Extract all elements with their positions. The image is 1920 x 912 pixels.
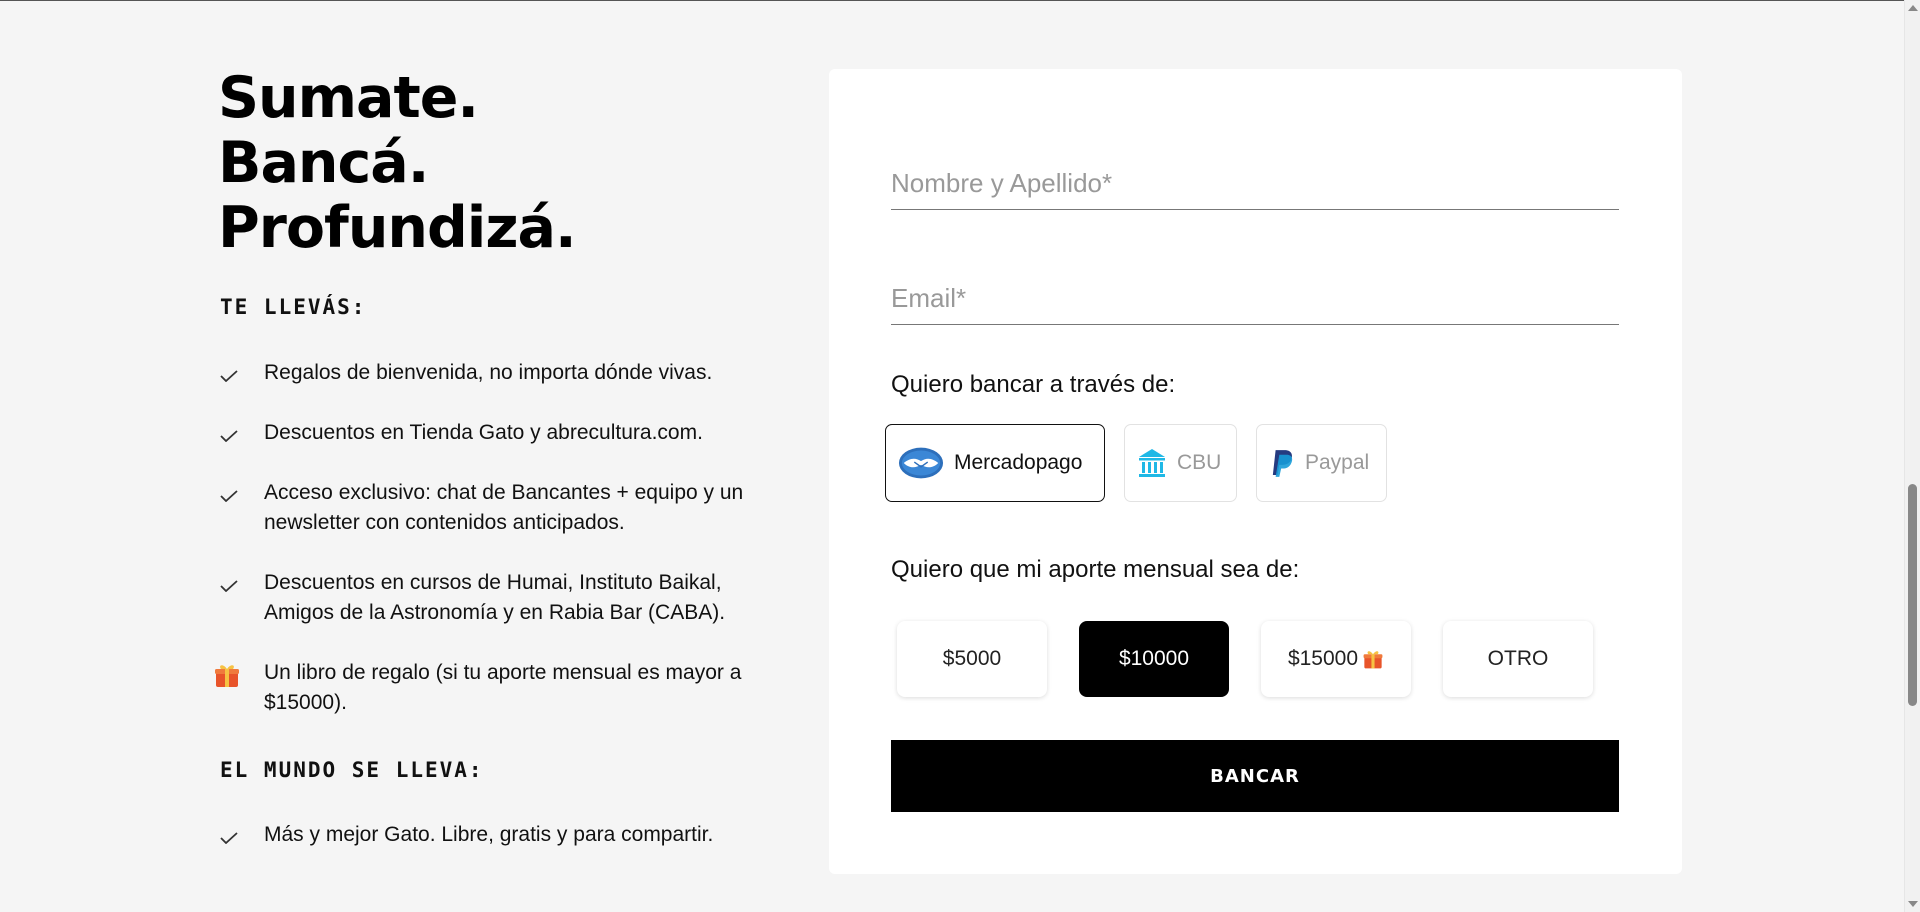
amount-value: $15000 (1287, 647, 1359, 670)
benefit-text: Más y mejor Gato. Libre, gratis y para c… (264, 823, 714, 846)
check-icon (220, 370, 238, 382)
benefits-column: Sumate. Bancá. Profundizá. TE LLEVÁS: Re… (215, 66, 778, 846)
paypal-icon (1272, 450, 1293, 477)
gift-icon (1363, 651, 1383, 669)
name-field-wrapper (891, 153, 1619, 210)
email-input[interactable] (891, 283, 1619, 314)
amount-option-15000[interactable]: $15000 (1261, 621, 1411, 697)
payment-option-label: CBU (1177, 451, 1222, 474)
headline-line-1: Sumate. (218, 65, 479, 131)
amount-value: $10000 (1118, 647, 1190, 670)
name-input[interactable] (891, 168, 1619, 199)
subscription-form: Quiero bancar a través de: Mercadopago C… (829, 69, 1682, 874)
you-get-title: TE LLEVÁS: (220, 295, 367, 319)
amount-option-other[interactable]: OTRO (1443, 621, 1593, 697)
headline-line-2: Bancá. (218, 130, 429, 196)
headline-line-3: Profundizá. (218, 195, 577, 261)
amount-label: Quiero que mi aporte mensual sea de: (891, 556, 1300, 583)
submit-button[interactable]: BANCAR (891, 740, 1619, 812)
top-border (0, 0, 1904, 1)
amount-value: $5000 (942, 647, 1002, 670)
email-field-wrapper (891, 268, 1619, 325)
scrollbar-thumb[interactable] (1908, 484, 1917, 706)
benefit-text: Acceso exclusivo: chat de Bancantes + eq… (264, 481, 744, 534)
payment-option-cbu[interactable]: CBU (1124, 424, 1237, 502)
scroll-down-arrow-icon[interactable] (1908, 901, 1918, 907)
page-scrollbar[interactable] (1904, 0, 1920, 912)
world-gets-title: EL MUNDO SE LLEVA: (220, 758, 484, 782)
benefit-text: Descuentos en cursos de Humai, Instituto… (264, 571, 726, 624)
headline: Sumate. Bancá. Profundizá. (218, 66, 778, 261)
benefit-text: Un libro de regalo (si tu aporte mensual… (264, 661, 742, 714)
amount-option-10000[interactable]: $10000 (1079, 621, 1229, 697)
mercadopago-icon (898, 447, 944, 479)
payment-method-label: Quiero bancar a través de: (891, 371, 1176, 398)
amount-option-5000[interactable]: $5000 (897, 621, 1047, 697)
payment-option-label: Paypal (1305, 451, 1370, 474)
benefit-text: Descuentos en Tienda Gato y abrecultura.… (264, 421, 703, 444)
benefit-text: Regalos de bienvenida, no importa dónde … (264, 361, 713, 384)
amount-value: OTRO (1487, 647, 1549, 670)
check-icon (220, 832, 238, 844)
check-icon (220, 490, 238, 502)
check-icon (220, 580, 238, 592)
payment-option-label: Mercadopago (954, 451, 1083, 474)
bank-icon (1139, 449, 1165, 477)
gift-icon (215, 665, 239, 687)
payment-option-mercadopago[interactable]: Mercadopago (885, 424, 1105, 502)
scroll-up-arrow-icon[interactable] (1908, 5, 1918, 11)
check-icon (220, 430, 238, 442)
payment-option-paypal[interactable]: Paypal (1256, 424, 1387, 502)
